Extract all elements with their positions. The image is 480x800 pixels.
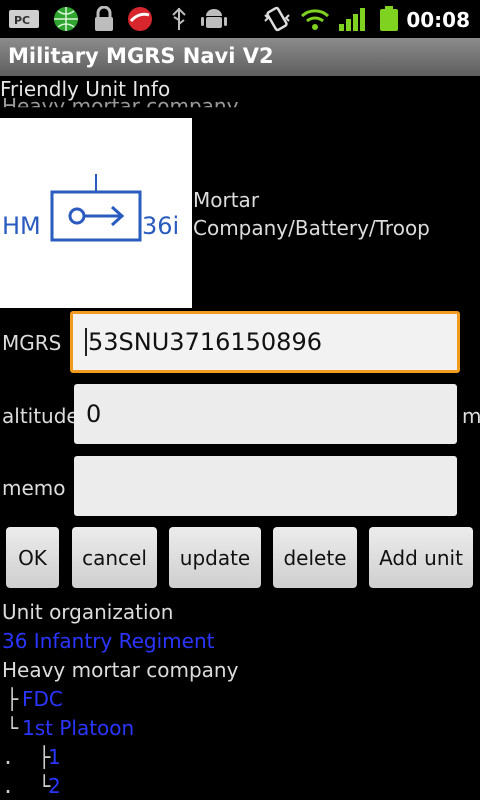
vibrate-icon	[264, 6, 290, 32]
unit-symbol: HM 36i	[0, 118, 192, 308]
section-header: Friendly Unit Info	[0, 77, 171, 101]
org-link-1st-platoon[interactable]: 1st Platoon	[22, 716, 134, 740]
tree-branch: └	[6, 716, 19, 740]
altitude-label: altitude	[2, 404, 79, 428]
text-cursor	[85, 328, 87, 356]
altitude-input[interactable]: 0	[74, 384, 457, 444]
svg-text:PC: PC	[14, 14, 30, 27]
mgrs-value: 53SNU3716150896	[88, 328, 322, 356]
android-icon	[201, 9, 227, 28]
signal-icon	[339, 8, 365, 31]
globe-icon	[54, 7, 78, 31]
tree-branch: . └	[2, 774, 51, 798]
altitude-unit: m	[462, 404, 480, 428]
app-title-bar: Military MGRS Navi V2	[0, 38, 480, 76]
org-title: Unit organization	[2, 600, 174, 624]
trend-icon	[128, 7, 152, 31]
cancel-button[interactable]: cancel	[72, 527, 157, 588]
org-link-sub-1[interactable]: 1	[48, 745, 61, 769]
memo-input[interactable]	[74, 456, 457, 516]
org-link-fdc[interactable]: FDC	[22, 687, 63, 711]
symbol-left-label: HM	[2, 212, 41, 240]
org-link-regiment[interactable]: 36 Infantry Regiment	[2, 629, 214, 653]
tree-branch: . ├	[2, 745, 51, 769]
lock-icon	[95, 6, 113, 31]
pc-icon: PC	[9, 10, 39, 28]
usb-icon	[172, 7, 186, 30]
mgrs-label: MGRS	[2, 331, 62, 355]
tree-branch: ├	[6, 687, 19, 711]
memo-label: memo	[2, 476, 66, 500]
app-title: Military MGRS Navi V2	[8, 44, 274, 68]
clock: 00:08	[406, 8, 470, 32]
update-button[interactable]: update	[169, 527, 261, 588]
status-bar: PC 00:08	[0, 0, 480, 38]
mgrs-input[interactable]: 53SNU3716150896	[70, 311, 460, 373]
delete-button[interactable]: delete	[273, 527, 357, 588]
wifi-icon	[300, 9, 330, 30]
battery-icon	[380, 6, 398, 31]
symbol-right-label: 36i	[142, 212, 179, 240]
add-unit-button[interactable]: Add unit	[369, 527, 473, 588]
altitude-value: 0	[86, 400, 102, 428]
org-current-unit: Heavy mortar company	[2, 658, 239, 682]
org-link-sub-2[interactable]: 2	[48, 774, 61, 798]
unit-description: Mortar Company/Battery/Troop	[193, 188, 430, 240]
ok-button[interactable]: OK	[6, 527, 59, 588]
